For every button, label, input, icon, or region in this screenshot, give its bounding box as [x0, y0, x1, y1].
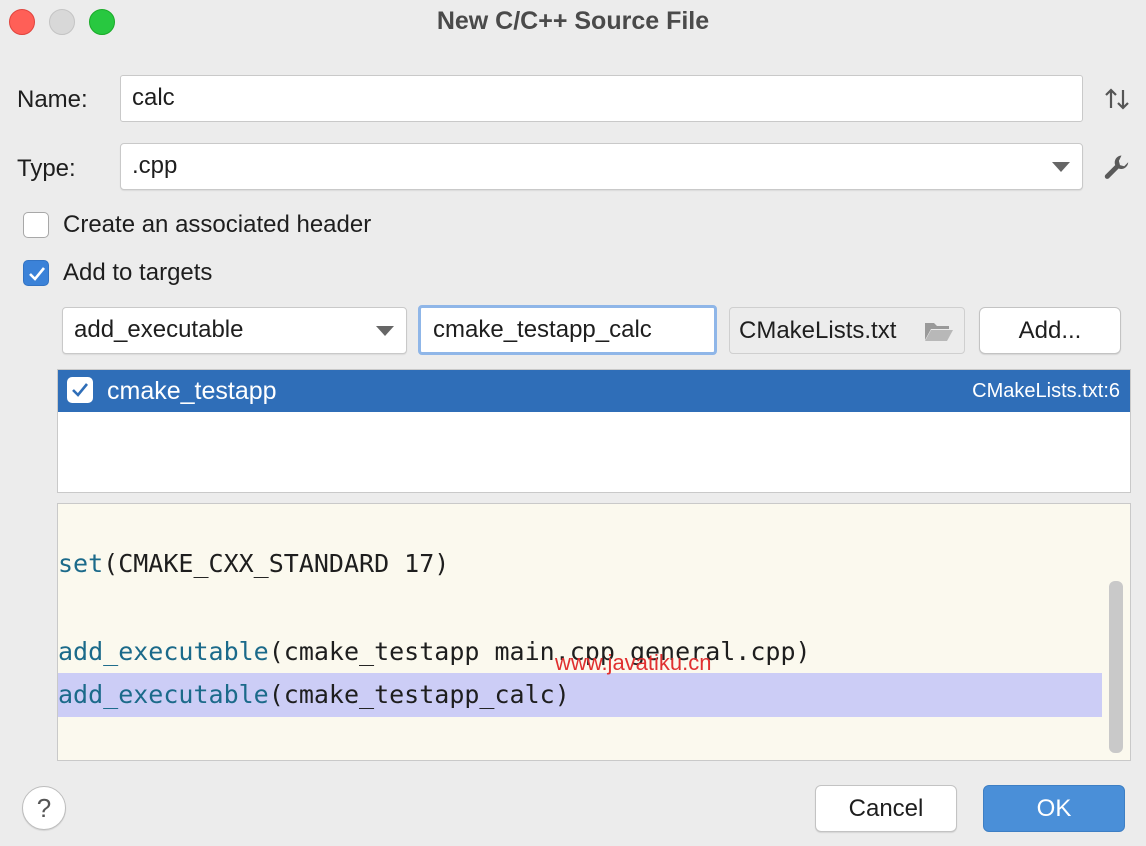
target-command-select[interactable]: add_executable	[62, 307, 407, 354]
code-args: (cmake_testapp_calc)	[268, 680, 570, 709]
target-checkbox[interactable]	[67, 377, 93, 403]
name-input[interactable]: calc	[120, 75, 1083, 122]
cmake-file-value: CMakeLists.txt	[739, 317, 897, 344]
target-location: CMakeLists.txt:6	[972, 380, 1120, 402]
create-header-checkbox[interactable]	[23, 212, 49, 238]
type-label: Type:	[17, 155, 76, 182]
window-title: New C/C++ Source File	[436, 7, 710, 35]
checkmark-icon	[72, 383, 89, 397]
wrench-icon[interactable]	[1101, 151, 1133, 183]
add-target-button[interactable]: Add...	[979, 307, 1121, 354]
code-line: set(CMAKE_CXX_STANDARD 17)	[58, 542, 1102, 586]
code-args: (CMAKE_CXX_STANDARD 17)	[103, 549, 450, 578]
add-to-targets-checkbox[interactable]	[23, 260, 49, 286]
sort-icon[interactable]	[1102, 84, 1132, 114]
add-to-targets-label: Add to targets	[63, 259, 213, 286]
folder-open-icon[interactable]	[923, 319, 955, 348]
targets-list[interactable]: cmake_testapp CMakeLists.txt:6	[57, 369, 1131, 493]
help-button[interactable]: ?	[22, 786, 66, 830]
cancel-button[interactable]: Cancel	[815, 785, 957, 832]
code-function: set	[58, 549, 104, 578]
code-args: (cmake_testapp main.cpp general.cpp)	[268, 637, 811, 666]
code-function: add_executable	[58, 680, 269, 709]
chevron-down-icon	[1052, 162, 1070, 172]
cmake-preview: set(CMAKE_CXX_STANDARD 17) add_executabl…	[57, 503, 1131, 761]
ok-button[interactable]: OK	[983, 785, 1125, 832]
watermark: www.javatiku.cn	[555, 650, 712, 675]
chevron-down-icon	[376, 326, 394, 336]
code-line-highlighted: add_executable(cmake_testapp_calc)	[58, 673, 1102, 717]
target-command-value: add_executable	[74, 316, 244, 343]
target-name-input[interactable]: cmake_testapp_calc	[418, 305, 717, 355]
scrollbar-thumb[interactable]	[1109, 581, 1123, 753]
type-select[interactable]: .cpp	[120, 143, 1083, 190]
name-label: Name:	[17, 86, 88, 113]
checkmark-icon	[29, 267, 46, 281]
cmake-file-field[interactable]: CMakeLists.txt	[729, 307, 965, 354]
code-function: add_executable	[58, 637, 269, 666]
list-item[interactable]: cmake_testapp CMakeLists.txt:6	[58, 370, 1130, 412]
target-name: cmake_testapp	[107, 377, 277, 405]
create-header-label: Create an associated header	[63, 211, 372, 238]
type-select-value: .cpp	[132, 152, 178, 179]
